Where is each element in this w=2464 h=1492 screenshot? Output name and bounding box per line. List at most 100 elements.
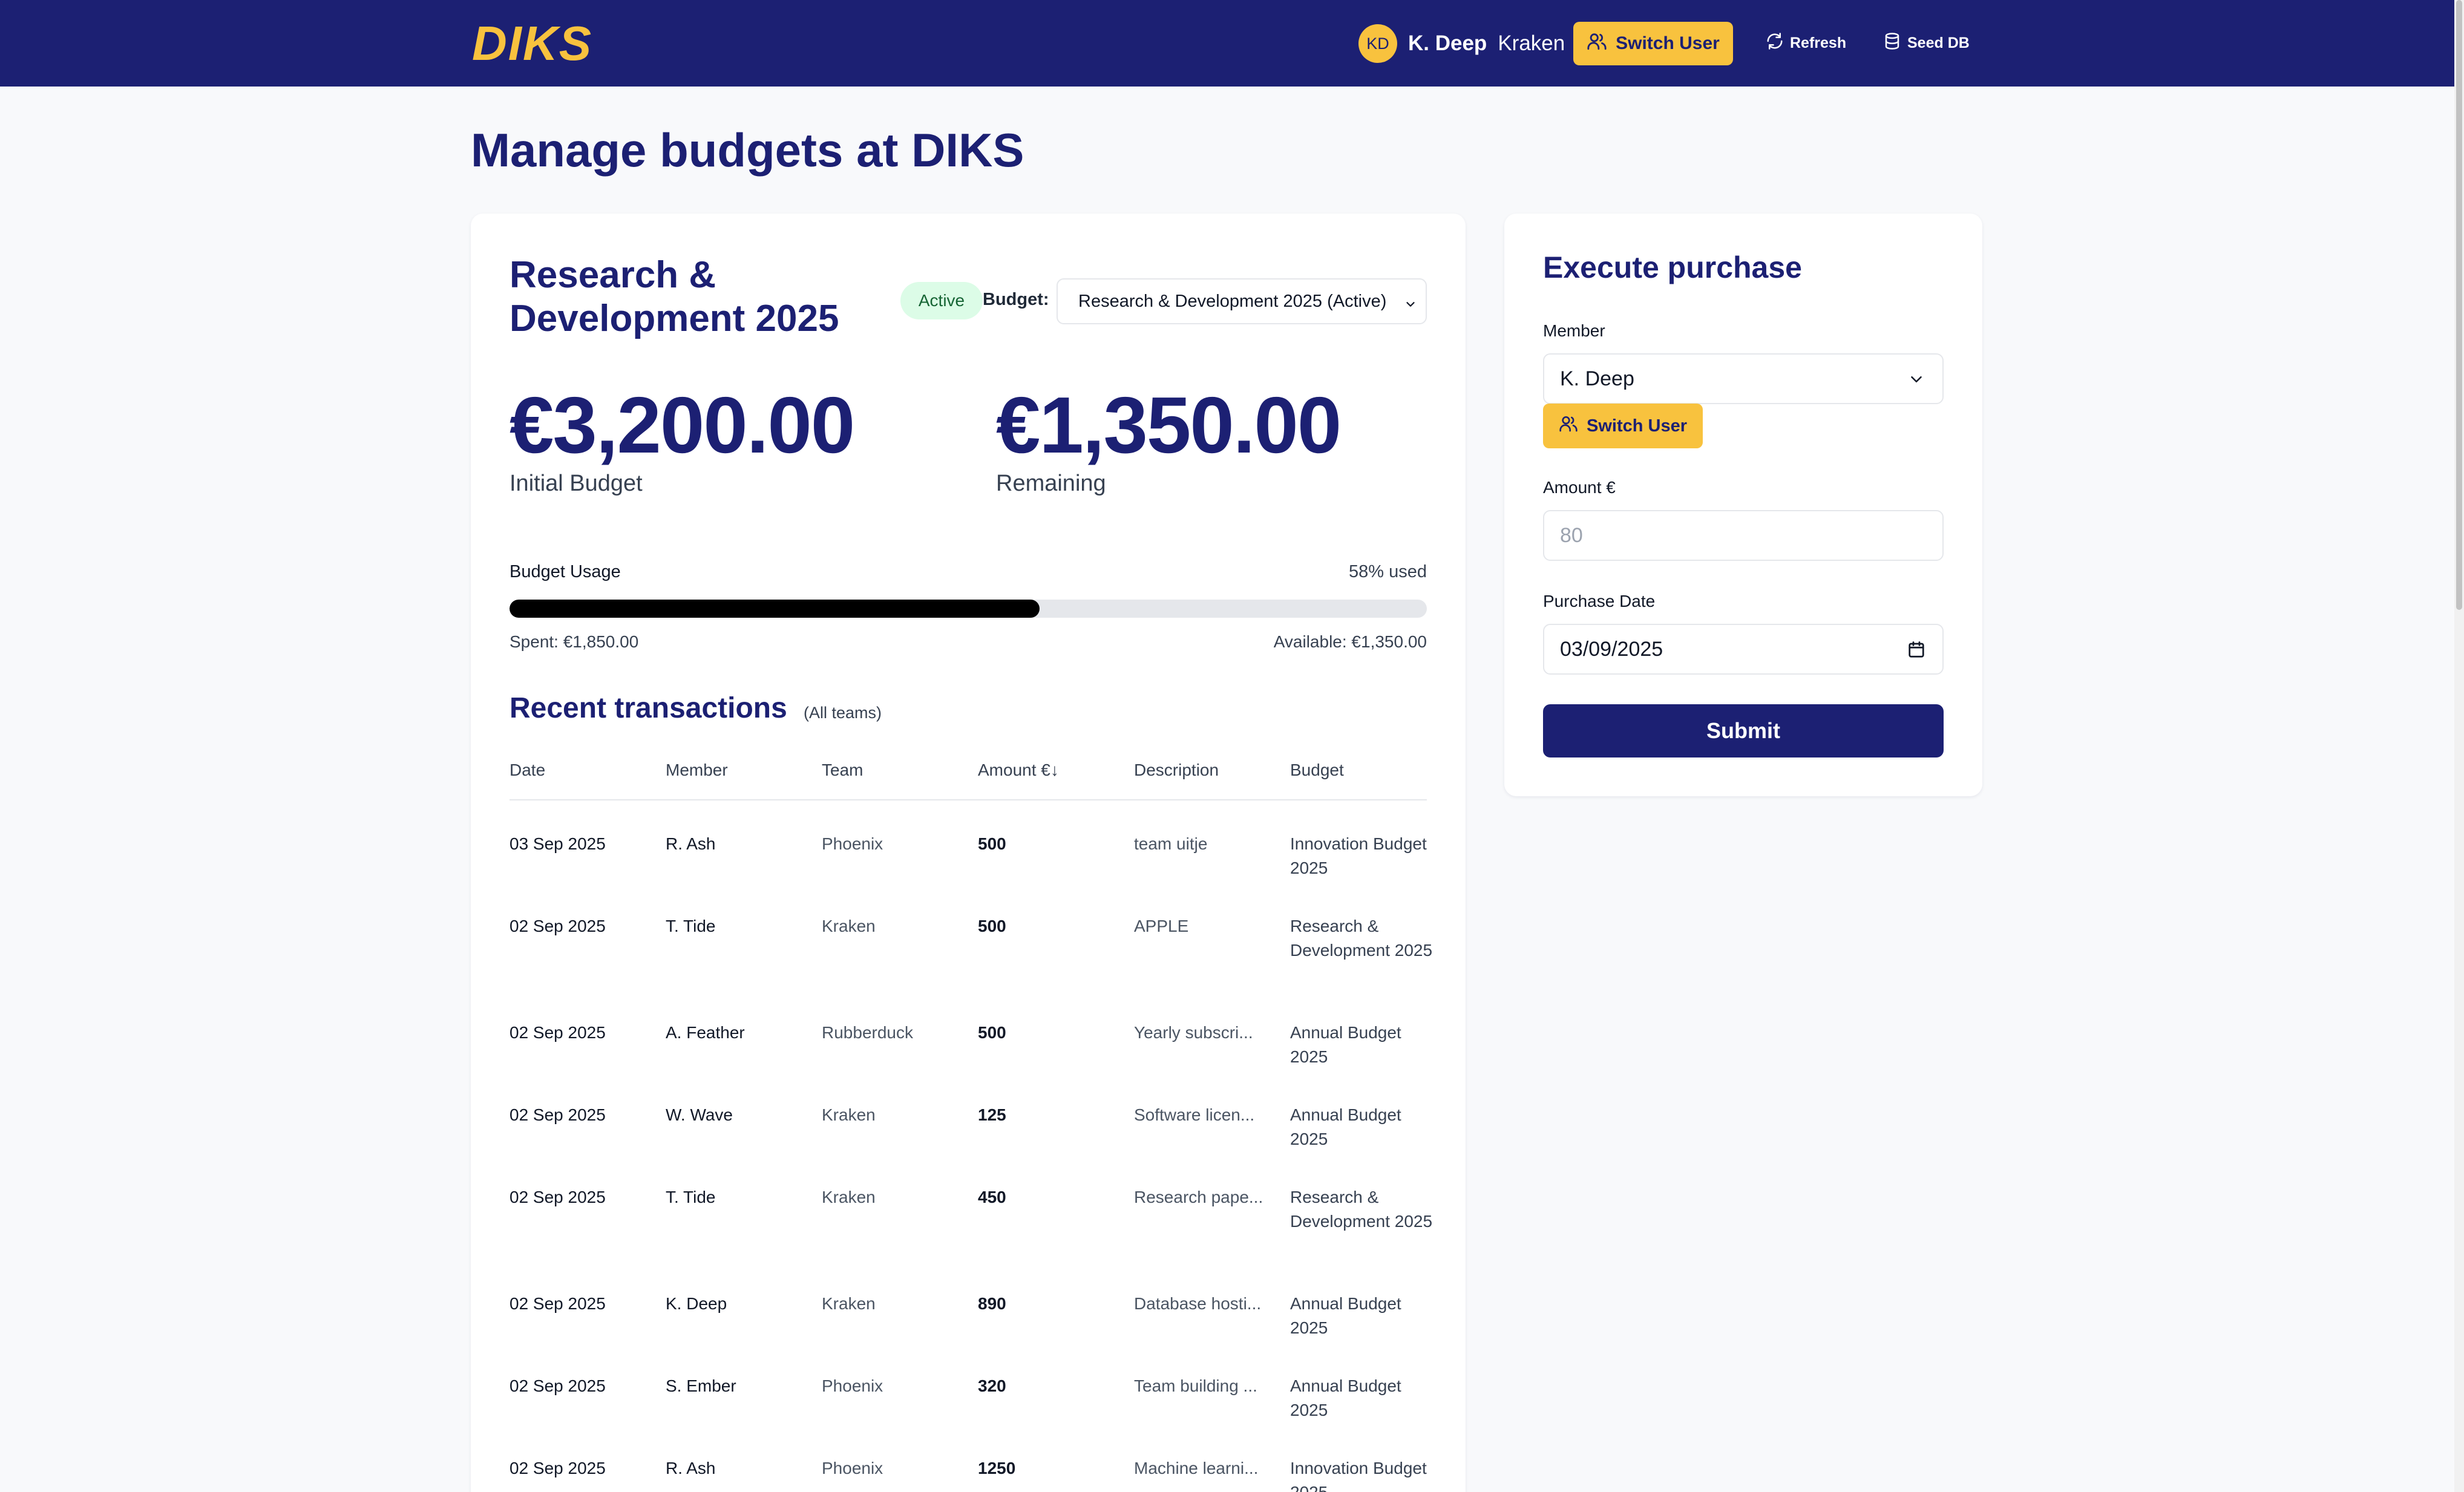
cell-date: 02 Sep 2025 — [510, 917, 606, 935]
cell-budget: Innovation Budget 2025 — [1290, 1459, 1427, 1492]
cell-date: 02 Sep 2025 — [510, 1376, 606, 1395]
cell-description: Team building ... — [1134, 1376, 1257, 1395]
table-row[interactable]: 02 Sep 2025 R. Ash Phoenix 1250 Machine … — [510, 1456, 1427, 1492]
budget-overview-card: Research & Development 2025 Active Budge… — [471, 214, 1466, 1492]
users-icon — [1559, 414, 1578, 438]
remaining-value: €1,350.00 — [996, 381, 1342, 470]
available-amount: Available: €1,350.00 — [1273, 632, 1427, 651]
users-icon — [1587, 31, 1607, 56]
calendar-icon[interactable] — [1907, 641, 1925, 664]
cell-description: Yearly subscri... — [1134, 1023, 1253, 1042]
transactions-table: Date Member Team Amount €↓ Description B… — [510, 758, 1432, 1492]
cell-member: R. Ash — [666, 834, 716, 853]
table-row[interactable]: 03 Sep 2025 R. Ash Phoenix 500 team uitj… — [510, 832, 1427, 914]
execute-purchase-card: Execute purchase Member K. Deep Switch U… — [1504, 214, 1982, 796]
header-switch-user-button[interactable]: Switch User — [1573, 22, 1733, 65]
cell-team: Phoenix — [822, 1376, 883, 1395]
submit-button[interactable]: Submit — [1543, 704, 1944, 757]
member-select[interactable]: K. Deep — [1543, 353, 1944, 404]
table-row[interactable]: 02 Sep 2025 W. Wave Kraken 125 Software … — [510, 1103, 1427, 1185]
cell-team: Kraken — [822, 1188, 876, 1206]
cell-date: 03 Sep 2025 — [510, 834, 606, 853]
purchase-date-value: 03/09/2025 — [1560, 637, 1663, 661]
seed-db-label: Seed DB — [1907, 34, 1970, 51]
budget-select[interactable]: Research & Development 2025 (Active) — [1057, 278, 1427, 324]
cell-budget: Annual Budget 2025 — [1290, 1023, 1401, 1066]
spent-amount: Spent: €1,850.00 — [510, 632, 639, 651]
top-navbar: DIKS KD K. Deep Kraken Switch User Refre… — [0, 0, 2454, 87]
cell-budget: Annual Budget 2025 — [1290, 1105, 1401, 1148]
cell-amount: 500 — [978, 917, 1006, 935]
logo[interactable]: DIKS — [472, 13, 592, 74]
cell-description: Machine learni... — [1134, 1459, 1259, 1477]
refresh-button[interactable]: Refresh — [1766, 29, 1846, 57]
remaining-label: Remaining — [996, 471, 1106, 496]
cell-team: Phoenix — [822, 834, 883, 853]
cell-team: Rubberduck — [822, 1023, 913, 1042]
column-header-date[interactable]: Date — [510, 758, 666, 780]
amount-input-placeholder: 80 — [1560, 523, 1583, 547]
cell-amount: 500 — [978, 1023, 1006, 1042]
table-row[interactable]: 02 Sep 2025 K. Deep Kraken 890 Database … — [510, 1292, 1427, 1374]
purchase-switch-user-button[interactable]: Switch User — [1543, 404, 1703, 448]
current-user-name: K. Deep — [1408, 31, 1487, 55]
cell-date: 02 Sep 2025 — [510, 1459, 606, 1477]
budget-title: Research & Development 2025 — [510, 254, 839, 339]
purchase-date-label: Purchase Date — [1543, 592, 1656, 610]
cell-member: T. Tide — [666, 1188, 716, 1206]
amount-input[interactable]: 80 — [1543, 510, 1944, 561]
cell-team: Kraken — [822, 1294, 876, 1313]
cell-member: S. Ember — [666, 1376, 736, 1395]
cell-amount: 890 — [978, 1294, 1006, 1313]
cell-team: Kraken — [822, 1105, 876, 1124]
budget-usage-bar — [510, 600, 1427, 618]
current-user: KD K. Deep Kraken — [1358, 23, 1565, 64]
budget-select-value: Research & Development 2025 (Active) — [1078, 291, 1387, 311]
cell-description: APPLE — [1134, 917, 1189, 935]
cell-team: Kraken — [822, 917, 876, 935]
refresh-icon — [1766, 32, 1784, 54]
purchase-date-input[interactable]: 03/09/2025 — [1543, 624, 1944, 675]
cell-budget: Innovation Budget 2025 — [1290, 834, 1427, 877]
current-user-team: Kraken — [1498, 31, 1565, 55]
cell-member: K. Deep — [666, 1294, 727, 1313]
cell-budget: Research & Development 2025 — [1290, 1188, 1433, 1231]
initial-budget-value: €3,200.00 — [510, 381, 855, 470]
initial-budget-label: Initial Budget — [510, 471, 643, 496]
cell-budget: Annual Budget 2025 — [1290, 1376, 1401, 1419]
cell-member: T. Tide — [666, 917, 716, 935]
cell-date: 02 Sep 2025 — [510, 1188, 606, 1206]
column-header-description[interactable]: Description — [1134, 758, 1290, 780]
column-header-member[interactable]: Member — [666, 758, 822, 780]
table-row[interactable]: 02 Sep 2025 A. Feather Rubberduck 500 Ye… — [510, 1021, 1427, 1103]
avatar: KD — [1358, 24, 1397, 63]
cell-member: R. Ash — [666, 1459, 716, 1477]
cell-budget: Research & Development 2025 — [1290, 917, 1433, 960]
column-header-team[interactable]: Team — [822, 758, 978, 780]
cell-member: A. Feather — [666, 1023, 745, 1042]
table-row[interactable]: 02 Sep 2025 T. Tide Kraken 450 Research … — [510, 1185, 1432, 1292]
cell-date: 02 Sep 2025 — [510, 1023, 606, 1042]
header-switch-user-label: Switch User — [1616, 33, 1720, 53]
purchase-title: Execute purchase — [1543, 250, 1802, 284]
cell-budget: Annual Budget 2025 — [1290, 1294, 1401, 1337]
table-row[interactable]: 02 Sep 2025 S. Ember Phoenix 320 Team bu… — [510, 1374, 1427, 1456]
cell-amount: 500 — [978, 834, 1006, 853]
table-row[interactable]: 02 Sep 2025 T. Tide Kraken 500 APPLE Res… — [510, 914, 1432, 1021]
cell-description: Software licen... — [1134, 1105, 1255, 1124]
budget-usage-percent: 58% used — [1349, 562, 1427, 581]
budget-usage-label: Budget Usage — [510, 562, 621, 581]
cell-member: W. Wave — [666, 1105, 733, 1124]
recent-transactions-title: Recent transactions — [510, 692, 787, 724]
chevron-down-icon — [1907, 370, 1925, 394]
cell-date: 02 Sep 2025 — [510, 1294, 606, 1313]
column-header-amount[interactable]: Amount €↓ — [978, 758, 1134, 780]
member-label: Member — [1543, 321, 1605, 340]
seed-db-button[interactable]: Seed DB — [1883, 29, 1970, 57]
refresh-label: Refresh — [1790, 34, 1847, 51]
column-header-budget[interactable]: Budget — [1290, 758, 1437, 780]
recent-transactions-subtitle: (All teams) — [804, 704, 882, 722]
page-scrollbar-thumb[interactable] — [2456, 0, 2462, 610]
member-select-value: K. Deep — [1560, 367, 1634, 390]
purchase-switch-user-label: Switch User — [1587, 416, 1687, 436]
